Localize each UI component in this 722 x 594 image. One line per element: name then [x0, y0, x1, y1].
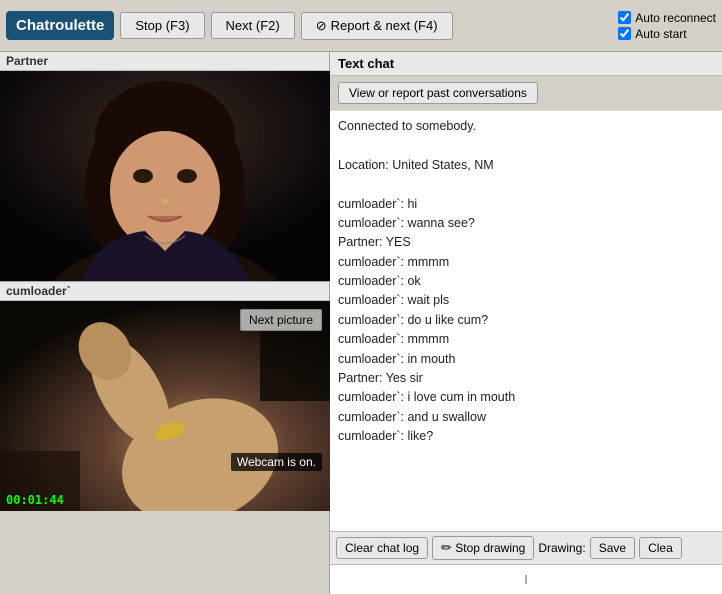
left-panel: Partner	[0, 52, 330, 594]
clear-drawing-button[interactable]: Clea	[639, 537, 682, 559]
chat-message: cumloader`: wait pls	[338, 291, 714, 310]
partner-video-bg	[0, 71, 330, 281]
my-video-svg	[0, 301, 330, 511]
chat-message: Connected to somebody.	[338, 117, 714, 136]
chat-message: cumloader`: wanna see?	[338, 214, 714, 233]
partner-label: Partner	[0, 52, 329, 71]
chat-message: cumloader`: and u swallow	[338, 408, 714, 427]
stop-button[interactable]: Stop (F3)	[120, 12, 204, 39]
chat-message: cumloader`: do u like cum?	[338, 311, 714, 330]
chat-message: cumloader`: mmmm	[338, 330, 714, 349]
partner-video	[0, 71, 330, 281]
auto-start-checkbox[interactable]	[618, 27, 631, 40]
chat-message: cumloader`: ok	[338, 272, 714, 291]
report-next-button[interactable]: ⊘ Report & next (F4)	[301, 12, 453, 40]
webcam-status: Webcam is on.	[231, 453, 322, 471]
chat-message: Partner: Yes sir	[338, 369, 714, 388]
report-icon: ⊘	[316, 18, 327, 34]
timer: 00:01:44	[6, 493, 64, 507]
auto-start-label[interactable]: Auto start	[618, 27, 716, 41]
chat-header: Text chat	[330, 52, 722, 76]
chat-input[interactable]	[336, 572, 716, 587]
pencil-icon	[441, 541, 452, 555]
auto-reconnect-label[interactable]: Auto reconnect	[618, 11, 716, 25]
chat-message: Location: United States, NM	[338, 156, 714, 175]
my-label: cumloader`	[0, 282, 329, 301]
chat-bottom-bar: Clear chat log Stop drawing Drawing: Sav…	[330, 531, 722, 564]
view-report-button[interactable]: View or report past conversations	[338, 82, 538, 104]
chat-message: cumloader`: mmmm	[338, 253, 714, 272]
chat-messages: Connected to somebody. Location: United S…	[330, 111, 722, 531]
main-area: Partner	[0, 52, 722, 594]
drawing-label: Drawing:	[538, 541, 585, 555]
partner-video-svg	[0, 71, 330, 281]
chat-message: cumloader`: like?	[338, 427, 714, 446]
chat-message: cumloader`: in mouth	[338, 350, 714, 369]
logo: Chatroulette	[6, 11, 114, 40]
next-button[interactable]: Next (F2)	[211, 12, 295, 39]
partner-section: Partner	[0, 52, 329, 282]
chat-message: Partner: YES	[338, 233, 714, 252]
chat-input-row	[330, 564, 722, 594]
save-button[interactable]: Save	[590, 537, 635, 559]
right-panel: Text chat View or report past conversati…	[330, 52, 722, 594]
top-bar: Chatroulette Stop (F3) Next (F2) ⊘ Repor…	[0, 0, 722, 52]
options-panel: Auto reconnect Auto start	[618, 11, 716, 41]
view-report-row: View or report past conversations	[330, 76, 722, 111]
chat-message: cumloader`: i love cum in mouth	[338, 388, 714, 407]
my-video-section: cumloader`	[0, 282, 329, 594]
my-video: Next picture Webcam is on. 00:01:44	[0, 301, 330, 511]
stop-drawing-button[interactable]: Stop drawing	[432, 536, 534, 560]
auto-reconnect-checkbox[interactable]	[618, 11, 631, 24]
clear-chat-button[interactable]: Clear chat log	[336, 537, 428, 559]
chat-message: cumloader`: hi	[338, 195, 714, 214]
next-picture-button[interactable]: Next picture	[240, 309, 322, 331]
